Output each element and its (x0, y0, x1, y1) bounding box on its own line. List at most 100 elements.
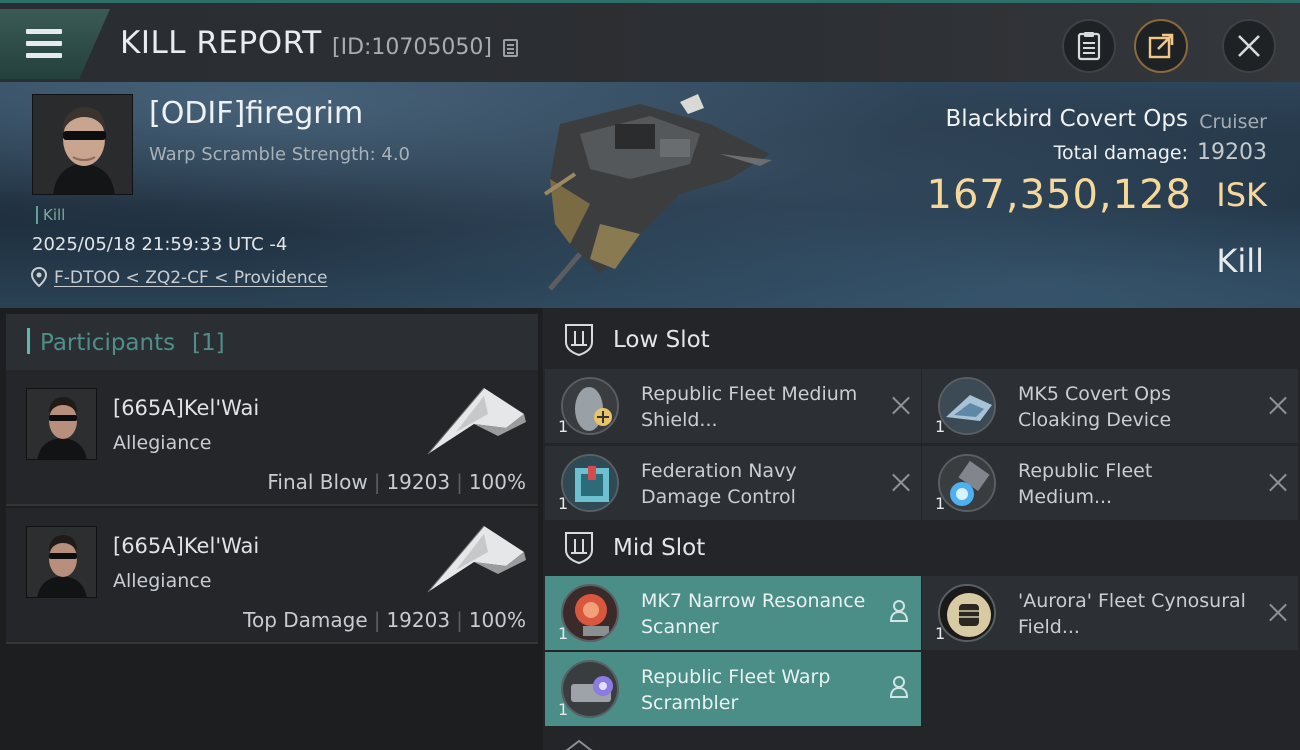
module-quantity: 1 (558, 417, 569, 436)
total-damage-label: Total damage: (1053, 142, 1188, 164)
clipboard-icon (1077, 32, 1101, 61)
kill-timestamp: 2025/05/18 21:59:33 UTC -4 (32, 234, 288, 255)
victim-pilot-name[interactable]: [ODIF]firegrim (149, 96, 363, 131)
low-slot-icon (565, 324, 593, 356)
mid-slot-title: Mid Slot (613, 535, 706, 561)
mid-slot-icon (565, 532, 593, 564)
participant-ship-image (427, 387, 526, 455)
participant-ship: Allegiance (113, 432, 212, 454)
participants-title: Participants (40, 330, 176, 356)
module-item[interactable]: 1 MK7 Narrow Resonance Scanner (545, 576, 921, 650)
participants-header: Participants [1] (6, 314, 538, 370)
victim-ship-name[interactable]: Blackbird Covert Ops (945, 106, 1188, 132)
module-name: MK5 Covert Ops Cloaking Device (1018, 383, 1172, 431)
participant-role: Final Blow (267, 470, 368, 494)
portrait-image (27, 389, 96, 459)
participants-count: [1] (192, 330, 225, 356)
destroyed-x-icon (1268, 472, 1288, 492)
damage-control-icon (561, 454, 619, 512)
warp-scrambler-icon (561, 660, 619, 718)
portrait-image (27, 527, 96, 597)
copy-icon[interactable] (503, 39, 518, 57)
participant-stats: Final Blow | 19203 | 100% (267, 470, 526, 494)
fist-icon (938, 584, 996, 642)
isk-unit: ISK (1216, 176, 1267, 214)
participant-name[interactable]: [665A]Kel'Wai (113, 396, 259, 420)
victim-summary: [ODIF]firegrim Warp Scramble Strength: 4… (0, 82, 1300, 308)
destroyed-x-icon (891, 472, 911, 492)
module-name: Republic Fleet Warp Scrambler (641, 666, 831, 714)
fitting-panel: Low Slot 1 Republic Fleet Medium Shield.… (543, 308, 1300, 750)
victim-avatar[interactable] (32, 94, 133, 195)
destroyed-x-icon (1268, 602, 1288, 622)
participant-damage: 19203 (386, 470, 451, 494)
header: KILL REPORT [ID:10705050] (0, 0, 1300, 82)
module-name: Republic Fleet Medium Shield... (641, 383, 858, 431)
share-button[interactable] (1134, 19, 1188, 73)
clipboard-button[interactable] (1062, 19, 1116, 73)
total-damage-value: 19203 (1197, 140, 1267, 165)
module-name: Republic Fleet Medium... (1018, 460, 1153, 508)
isk-value: 167,350,128 (926, 172, 1192, 218)
kill-location-link[interactable]: F-DTOO < ZQ2-CF < Providence (54, 268, 327, 288)
module-name: 'Aurora' Fleet Cynosural Field... (1018, 590, 1246, 638)
module-item[interactable]: 1 'Aurora' Fleet Cynosural Field... (922, 576, 1298, 650)
participant-avatar[interactable] (26, 388, 97, 460)
module-name: Federation Navy Damage Control (641, 460, 797, 508)
participant-avatar[interactable] (26, 526, 97, 598)
share-icon (1148, 33, 1174, 59)
location-pin-icon (31, 267, 47, 287)
module-item[interactable]: 1 Federation Navy Damage Control (545, 446, 921, 520)
destroyed-x-icon (1268, 395, 1288, 415)
participant-card[interactable]: [665A]Kel'Wai Allegiance Top Damage | 1920… (6, 508, 538, 644)
participant-card[interactable]: [665A]Kel'Wai Allegiance Final Blow | 1920… (6, 370, 538, 506)
participant-name[interactable]: [665A]Kel'Wai (113, 534, 259, 558)
participant-stats: Top Damage | 19203 | 100% (243, 608, 526, 632)
module-quantity: 1 (558, 700, 569, 719)
participant-percent: 100% (468, 470, 526, 494)
portrait-image (33, 95, 132, 194)
module-item[interactable]: 1 MK5 Covert Ops Cloaking Device (922, 369, 1298, 443)
low-slot-header: Low Slot (543, 310, 1300, 368)
module-item[interactable]: 1 Republic Fleet Medium... (922, 446, 1298, 520)
scanner-icon (561, 584, 619, 642)
module-item[interactable]: 1 Republic Fleet Warp Scrambler (545, 652, 921, 726)
divider: | (373, 470, 381, 494)
divider: | (456, 470, 463, 494)
propulsion-icon (938, 454, 996, 512)
participant-role: Top Damage (243, 608, 368, 632)
hamburger-icon (26, 29, 62, 59)
dropped-user-icon (889, 676, 909, 698)
close-icon (1238, 35, 1260, 57)
divider: | (456, 608, 463, 632)
kill-result: Kill (1216, 242, 1264, 280)
kill-tag: Kill (36, 206, 65, 224)
warp-scramble-strength: Warp Scramble Strength: 4.0 (149, 144, 411, 165)
mid-slot-header: Mid Slot (543, 518, 1300, 576)
low-slot-title: Low Slot (613, 327, 710, 353)
module-item[interactable]: 1 Republic Fleet Medium Shield... (545, 369, 921, 443)
close-button[interactable] (1222, 19, 1276, 73)
participant-percent: 100% (468, 608, 526, 632)
victim-ship-image (543, 94, 772, 291)
page-title: KILL REPORT (120, 25, 322, 61)
shield-extender-icon (561, 377, 619, 435)
module-quantity: 1 (558, 494, 569, 513)
destroyed-x-icon (891, 395, 911, 415)
module-quantity: 1 (558, 624, 569, 643)
next-slot-icon (565, 739, 593, 750)
module-quantity: 1 (935, 417, 946, 436)
header-accent-bar (27, 328, 30, 354)
report-id: [ID:10705050] (332, 35, 492, 60)
menu-button[interactable] (0, 9, 110, 79)
victim-ship-class: Cruiser (1199, 111, 1267, 133)
participants-panel: Participants [1] [665A]Kel'Wai Allegianc… (0, 308, 542, 750)
participant-ship: Allegiance (113, 570, 212, 592)
participant-damage: 19203 (386, 608, 451, 632)
module-quantity: 1 (935, 624, 946, 643)
divider: | (373, 608, 381, 632)
participant-ship-image (427, 525, 526, 593)
module-quantity: 1 (935, 494, 946, 513)
module-name: MK7 Narrow Resonance Scanner (641, 590, 866, 638)
dropped-user-icon (889, 600, 909, 622)
